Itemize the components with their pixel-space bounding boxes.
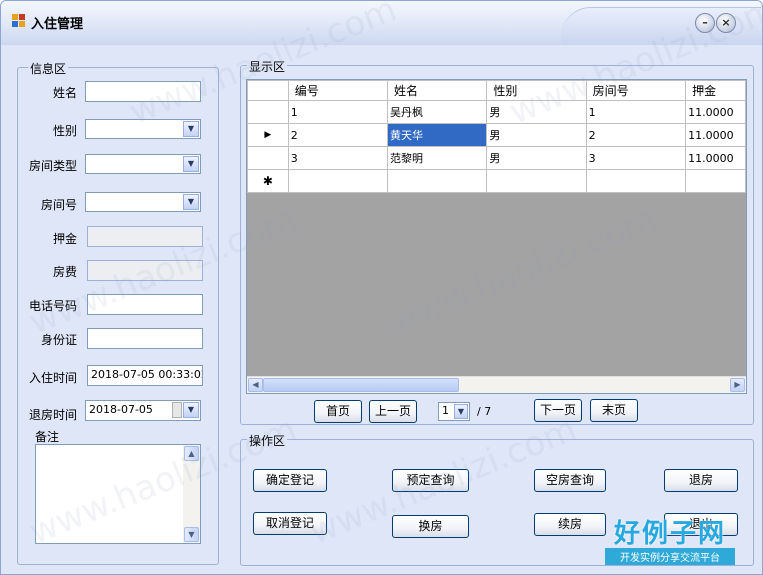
extend-stay-button[interactable]: 续房 bbox=[534, 513, 606, 536]
fee-label: 房费 bbox=[52, 265, 77, 279]
checkout-date-picker[interactable]: 2018-07-05 ▼ bbox=[85, 400, 201, 421]
fee-field bbox=[87, 260, 203, 281]
table-cell[interactable]: 1 bbox=[287, 100, 389, 124]
next-page-button[interactable]: 下一页 bbox=[534, 399, 582, 422]
table-cell[interactable]: 男 bbox=[486, 146, 587, 170]
table-cell[interactable]: 吴丹枫 bbox=[387, 100, 488, 124]
confirm-checkin-button[interactable]: 确定登记 bbox=[253, 469, 327, 492]
table-row[interactable]: 3 范黎明 男 3 11.0000 bbox=[247, 146, 746, 170]
gender-select[interactable]: ▼ bbox=[85, 119, 201, 139]
logo-main-text: 好例子网 bbox=[613, 519, 726, 549]
phone-label: 电话号码 bbox=[28, 299, 77, 313]
table-cell[interactable] bbox=[287, 169, 389, 193]
column-header[interactable]: 性别 bbox=[486, 80, 587, 101]
room-no-select[interactable]: ▼ bbox=[85, 192, 201, 212]
room-type-select[interactable]: ▼ bbox=[85, 154, 201, 174]
name-input[interactable] bbox=[85, 81, 201, 102]
table-cell[interactable]: 11.0000 bbox=[685, 100, 746, 124]
check-in-window: 入住管理 – × 信息区 姓名 性别 ▼ 房间类型 ▼ 房间号 ▼ 押金 房费 … bbox=[0, 0, 763, 575]
table-cell[interactable] bbox=[486, 169, 587, 193]
prev-page-button[interactable]: 上一页 bbox=[369, 400, 417, 423]
table-cell[interactable]: 11.0000 bbox=[685, 123, 746, 147]
scroll-left-icon[interactable]: ◀ bbox=[248, 378, 263, 392]
table-cell[interactable]: 男 bbox=[486, 100, 587, 124]
display-group-legend: 显示区 bbox=[247, 58, 288, 75]
calendar-icon[interactable] bbox=[172, 402, 182, 418]
scroll-right-icon[interactable]: ▶ bbox=[730, 378, 745, 392]
table-cell[interactable]: 1 bbox=[585, 100, 687, 124]
new-row-icon[interactable]: ✱ bbox=[247, 169, 289, 193]
chevron-down-icon[interactable]: ▼ bbox=[454, 404, 468, 419]
first-page-button[interactable]: 首页 bbox=[314, 400, 362, 423]
chevron-down-icon[interactable]: ▼ bbox=[183, 402, 199, 418]
window-title: 入住管理 bbox=[31, 17, 84, 32]
page-select[interactable]: 1 ▼ bbox=[438, 402, 470, 421]
table-cell[interactable]: 2 bbox=[287, 123, 389, 147]
table-cell[interactable] bbox=[387, 169, 488, 193]
scroll-thumb[interactable] bbox=[263, 378, 459, 392]
row-header[interactable] bbox=[247, 146, 289, 170]
deposit-label: 押金 bbox=[52, 232, 77, 246]
checkout-date-value: 2018-07-05 bbox=[89, 403, 153, 416]
table-cell[interactable]: 范黎明 bbox=[387, 146, 488, 170]
row-header-corner bbox=[247, 80, 289, 101]
phone-input[interactable] bbox=[87, 294, 203, 315]
current-row-icon[interactable]: ▶ bbox=[247, 123, 289, 147]
column-header[interactable]: 姓名 bbox=[387, 80, 488, 101]
reservation-query-button[interactable]: 预定查询 bbox=[392, 469, 469, 492]
name-label: 姓名 bbox=[52, 86, 77, 100]
column-header[interactable]: 编号 bbox=[287, 80, 389, 101]
cancel-checkin-button[interactable]: 取消登记 bbox=[253, 512, 327, 535]
table-cell-selected[interactable]: 黄天华 bbox=[387, 123, 488, 147]
vacant-room-query-button[interactable]: 空房查询 bbox=[534, 469, 606, 492]
scroll-up-icon[interactable]: ▲ bbox=[184, 446, 199, 461]
table-cell[interactable]: 3 bbox=[287, 146, 389, 170]
column-header[interactable]: 押金 bbox=[685, 80, 746, 101]
last-page-button[interactable]: 末页 bbox=[590, 399, 638, 422]
title-bar: 入住管理 – × bbox=[1, 1, 762, 45]
scroll-down-icon[interactable]: ▼ bbox=[184, 527, 199, 542]
chevron-down-icon[interactable]: ▼ bbox=[183, 194, 199, 210]
deposit-field bbox=[87, 226, 203, 247]
chevron-down-icon[interactable]: ▼ bbox=[183, 121, 199, 137]
table-cell[interactable] bbox=[585, 169, 687, 193]
guest-table: 编号 姓名 性别 房间号 押金 1 吴丹枫 男 1 11.0000 ▶ 2 黄天… bbox=[247, 80, 746, 193]
id-card-input[interactable] bbox=[87, 328, 203, 349]
row-header[interactable] bbox=[247, 100, 289, 124]
remark-textarea[interactable]: ▲ ▼ bbox=[35, 444, 201, 544]
gender-label: 性别 bbox=[52, 124, 77, 138]
change-room-button[interactable]: 换房 bbox=[392, 515, 469, 538]
table-cell[interactable]: 男 bbox=[486, 123, 587, 147]
checkin-time-picker[interactable]: 2018-07-05 00:33:02 bbox=[87, 365, 203, 386]
table-cell[interactable]: 2 bbox=[585, 123, 687, 147]
remark-scrollbar[interactable]: ▲ ▼ bbox=[183, 445, 200, 543]
page-select-value: 1 bbox=[442, 404, 449, 417]
guest-data-grid[interactable]: 编号 姓名 性别 房间号 押金 1 吴丹枫 男 1 11.0000 ▶ 2 黄天… bbox=[246, 79, 747, 394]
table-cell[interactable] bbox=[685, 169, 746, 193]
table-header-row: 编号 姓名 性别 房间号 押金 bbox=[247, 80, 746, 101]
site-logo: 好例子网 开发实例分享交流平台 bbox=[605, 513, 735, 565]
table-row[interactable]: 1 吴丹枫 男 1 11.0000 bbox=[247, 100, 746, 124]
app-icon bbox=[12, 14, 26, 28]
table-row[interactable]: ▶ 2 黄天华 男 2 11.0000 bbox=[247, 123, 746, 147]
column-header[interactable]: 房间号 bbox=[585, 80, 687, 101]
remark-label: 备注 bbox=[35, 430, 60, 444]
grid-horizontal-scrollbar[interactable]: ◀ ▶ bbox=[247, 376, 746, 393]
new-row[interactable]: ✱ bbox=[247, 169, 746, 193]
checkout-button[interactable]: 退房 bbox=[664, 469, 738, 492]
id-card-label: 身份证 bbox=[40, 333, 77, 347]
table-cell[interactable]: 3 bbox=[585, 146, 687, 170]
minimize-button[interactable]: – bbox=[695, 13, 715, 33]
logo-sub-text: 开发实例分享交流平台 bbox=[605, 548, 735, 565]
table-cell[interactable]: 11.0000 bbox=[685, 146, 746, 170]
checkout-time-label: 退房时间 bbox=[28, 408, 77, 422]
room-type-label: 房间类型 bbox=[28, 159, 77, 173]
close-button[interactable]: × bbox=[716, 13, 736, 33]
room-no-label: 房间号 bbox=[40, 198, 77, 212]
checkin-time-label: 入住时间 bbox=[28, 371, 77, 385]
operation-group-legend: 操作区 bbox=[247, 432, 288, 449]
page-total-label: / 7 bbox=[477, 405, 492, 418]
chevron-down-icon[interactable]: ▼ bbox=[183, 156, 199, 172]
info-group-legend: 信息区 bbox=[28, 60, 69, 77]
